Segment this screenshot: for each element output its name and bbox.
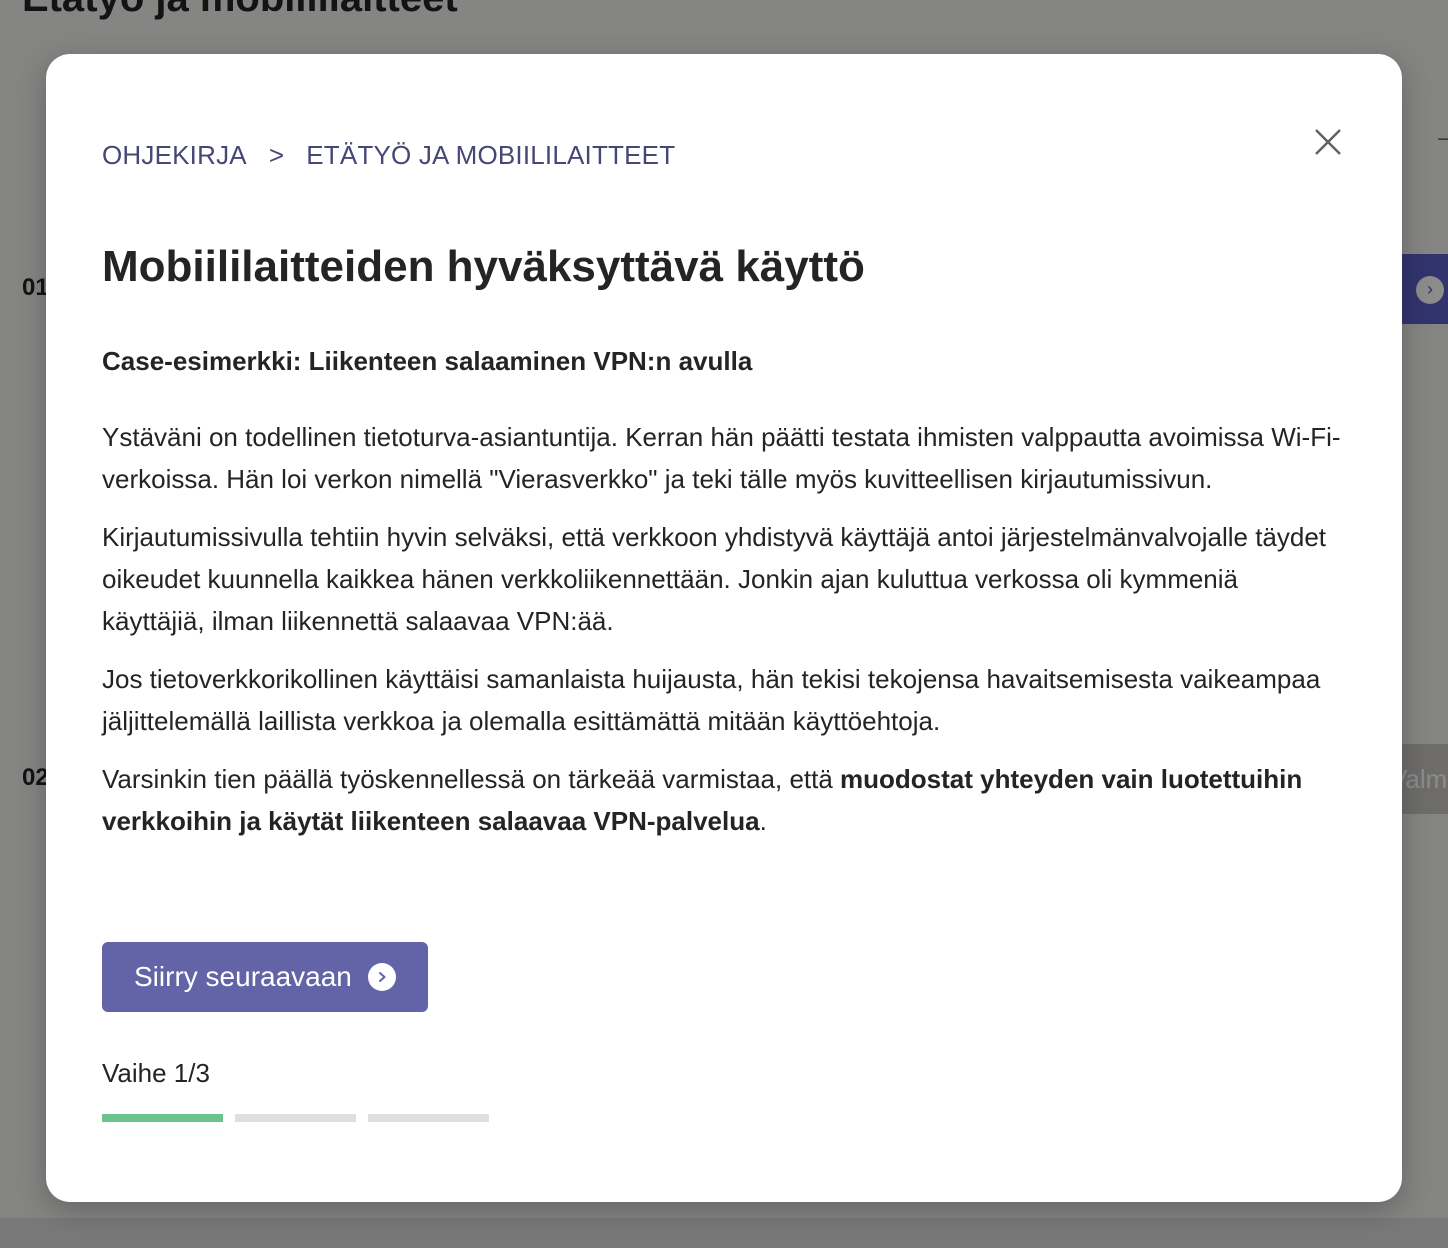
conclusion-tail: . — [759, 806, 767, 836]
close-icon — [1315, 129, 1341, 155]
progress-segment-pending — [235, 1114, 356, 1122]
step-progress-bar — [102, 1114, 489, 1122]
lesson-modal: OHJEKIRJA > ETÄTYÖ JA MOBIILILAITTEET Mo… — [46, 54, 1402, 1202]
conclusion-lead: Varsinkin tien päällä työskennellessä on… — [102, 764, 841, 794]
body-paragraph: Jos tietoverkkorikollinen käyttäisi sama… — [102, 664, 1321, 736]
breadcrumb-separator: > — [268, 140, 285, 170]
body-paragraph: Kirjautumissivulla tehtiin hyvin selväks… — [102, 522, 1327, 636]
breadcrumb-item-ohjekirja[interactable]: OHJEKIRJA — [102, 140, 247, 171]
chevron-right-circle-icon — [367, 963, 396, 991]
lesson-body: Ystäväni on todellinen tietoturva-asiant… — [102, 416, 1342, 858]
next-step-button[interactable]: Siirry seuraavaan — [102, 942, 428, 1012]
close-button[interactable] — [1310, 124, 1346, 160]
body-paragraph: Ystäväni on todellinen tietoturva-asiant… — [102, 422, 1341, 494]
breadcrumb-item-current[interactable]: ETÄTYÖ JA MOBIILILAITTEET — [306, 140, 675, 171]
case-subtitle: Case-esimerkki: Liikenteen salaaminen VP… — [102, 346, 753, 376]
body-paragraph-conclusion: Varsinkin tien päällä työskennellessä on… — [102, 758, 1342, 842]
progress-segment-pending — [368, 1114, 489, 1122]
lesson-title: Mobiililaitteiden hyväksyttävä käyttö — [102, 242, 865, 291]
breadcrumb: OHJEKIRJA > ETÄTYÖ JA MOBIILILAITTEET — [102, 140, 675, 171]
next-step-label: Siirry seuraavaan — [134, 961, 352, 992]
step-indicator: Vaihe 1/3 — [102, 1058, 210, 1088]
progress-segment-complete — [102, 1114, 223, 1122]
